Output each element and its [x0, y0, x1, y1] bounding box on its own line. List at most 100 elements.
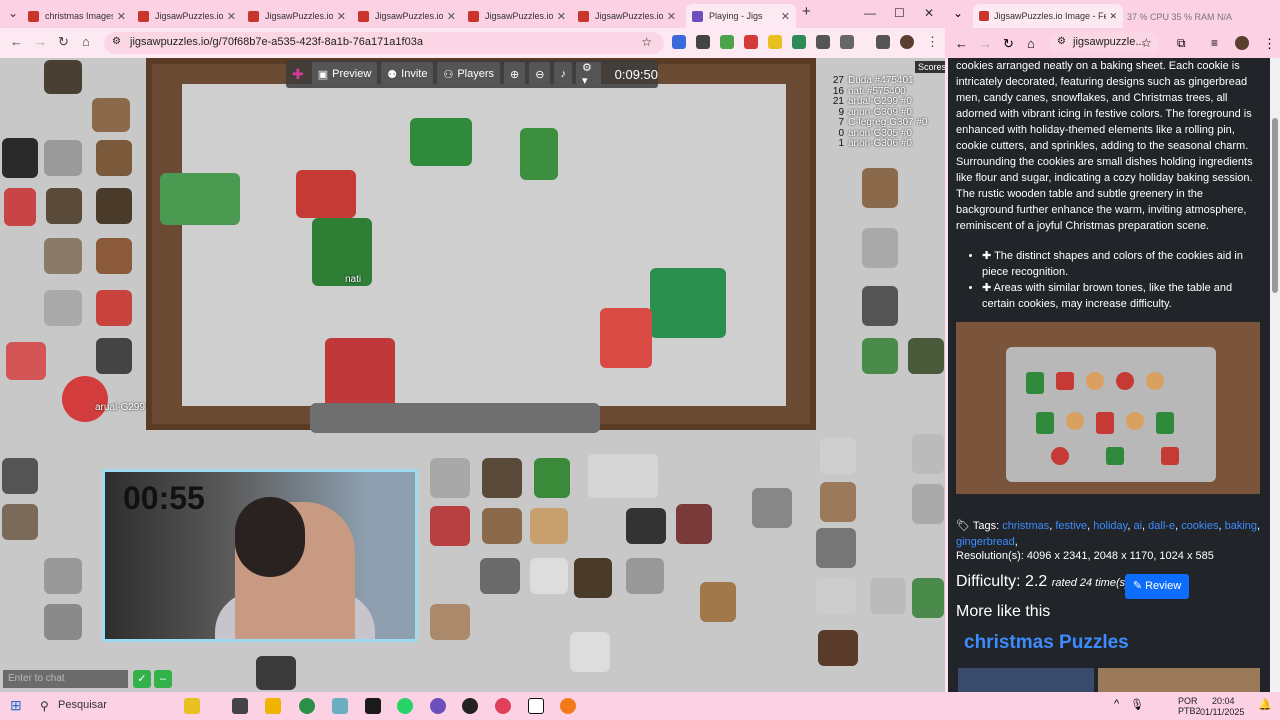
tag-link[interactable]: christmas — [1002, 520, 1049, 532]
puzzle-piece[interactable] — [325, 338, 395, 410]
close-tab-icon[interactable]: ✕ — [337, 10, 346, 23]
scores-tab[interactable]: Scores — [915, 61, 945, 73]
puzzle-piece[interactable] — [912, 578, 944, 618]
browser-tab[interactable]: christmas Images ✕ — [22, 4, 132, 28]
windows-start-icon[interactable]: ⊞ — [10, 697, 22, 714]
browser-tab[interactable]: JigsawPuzzles.io ✕ — [132, 4, 242, 28]
sound-button[interactable]: ♪ — [554, 62, 572, 86]
puzzle-piece[interactable] — [2, 458, 38, 494]
puzzle-piece[interactable] — [534, 458, 570, 498]
tag-link[interactable]: cookies — [1181, 520, 1218, 532]
puzzle-piece[interactable] — [96, 140, 132, 176]
browser-tab[interactable]: JigsawPuzzles.io ✕ — [242, 4, 352, 28]
puzzle-piece[interactable] — [44, 140, 82, 176]
puzzle-piece[interactable] — [820, 482, 856, 522]
puzzle-piece[interactable] — [96, 188, 132, 224]
tag-link[interactable]: baking — [1225, 520, 1257, 532]
close-tab-icon[interactable]: ✕ — [667, 10, 676, 23]
browser-tab[interactable]: JigsawPuzzles.io ✕ — [572, 4, 682, 28]
language-indicator[interactable]: POR PTB2 — [1178, 696, 1201, 716]
widgets-icon[interactable] — [184, 698, 200, 714]
scrollbar-thumb[interactable] — [1272, 118, 1278, 293]
browser-tab[interactable]: JigsawPuzzles.io ✕ — [352, 4, 462, 28]
puzzle-piece[interactable] — [480, 558, 520, 594]
menu-kebab-icon[interactable]: ⋮ — [926, 34, 939, 50]
puzzle-piece[interactable] — [530, 508, 568, 544]
christmas-puzzles-link[interactable]: christmas Puzzles — [964, 632, 1129, 654]
invite-button[interactable]: ⚉ Invite — [381, 62, 434, 86]
forward-icon[interactable]: → — [34, 34, 47, 49]
obs-icon[interactable] — [462, 698, 478, 714]
extensions-puzzle-icon[interactable]: ⧉ — [1177, 36, 1186, 51]
extensions-puzzle-icon[interactable] — [840, 35, 854, 49]
tab-search-icon[interactable]: ⌄ — [8, 6, 18, 20]
puzzle-piece[interactable] — [2, 138, 38, 178]
puzzle-board[interactable] — [146, 58, 816, 430]
puzzle-piece[interactable] — [310, 403, 600, 433]
forward-icon[interactable]: → — [979, 36, 992, 51]
puzzle-piece[interactable] — [6, 342, 46, 380]
puzzle-piece[interactable] — [96, 338, 132, 374]
close-tab-icon[interactable]: ✕ — [117, 10, 126, 23]
related-puzzle-thumbnail[interactable] — [1098, 668, 1260, 692]
puzzle-piece[interactable] — [820, 438, 856, 474]
puzzle-piece[interactable] — [570, 632, 610, 672]
puzzle-piece[interactable] — [862, 286, 898, 326]
tag-link[interactable]: holiday — [1093, 520, 1127, 532]
bookmark-star-icon[interactable]: ☆ — [1141, 36, 1152, 50]
bookmark-star-icon[interactable]: ☆ — [641, 35, 652, 49]
puzzle-piece[interactable] — [574, 558, 612, 598]
puzzle-piece[interactable] — [530, 558, 568, 594]
close-tab-icon[interactable]: ✕ — [557, 10, 566, 23]
puzzle-piece[interactable] — [430, 604, 470, 640]
puzzle-piece[interactable] — [650, 268, 726, 338]
minimize-icon[interactable]: — — [864, 6, 876, 20]
clock-time[interactable]: 20:04 — [1212, 696, 1235, 706]
puzzle-piece[interactable] — [482, 508, 522, 544]
close-window-icon[interactable]: ✕ — [924, 6, 934, 20]
puzzle-piece[interactable] — [862, 168, 898, 208]
back-icon[interactable]: ← — [955, 36, 968, 51]
puzzle-piece[interactable] — [588, 454, 658, 498]
chat-send-button[interactable]: ✓ — [133, 670, 151, 688]
whatsapp-icon[interactable] — [397, 698, 413, 714]
players-button[interactable]: ⚇ Players — [437, 62, 500, 86]
new-tab-icon[interactable]: + — [802, 3, 811, 20]
puzzle-piece[interactable] — [908, 338, 944, 374]
home-icon[interactable]: ⌂ — [82, 34, 90, 49]
extension-icon[interactable] — [720, 35, 734, 49]
puzzle-piece[interactable] — [626, 508, 666, 544]
tag-link[interactable]: ai — [1133, 520, 1142, 532]
zoom-out-button[interactable]: ⊖ — [529, 62, 551, 86]
extension-icon[interactable] — [768, 35, 782, 49]
extension-icon[interactable] — [672, 35, 686, 49]
puzzle-piece[interactable] — [862, 228, 898, 268]
puzzle-piece[interactable] — [312, 218, 372, 286]
notification-icon[interactable]: 🔔 — [1258, 698, 1272, 711]
puzzle-piece[interactable] — [2, 504, 38, 540]
url-field[interactable]: ⚙ jigsawpuzzles.io/g/70f68b7e-a535-423f-… — [104, 32, 664, 54]
puzzle-piece[interactable] — [676, 504, 712, 544]
puzzle-piece[interactable] — [44, 558, 82, 594]
right-active-tab[interactable]: JigsawPuzzles.io Image - Festiv ✕ — [973, 4, 1123, 28]
puzzle-piece[interactable] — [430, 458, 470, 498]
puzzle-piece[interactable] — [912, 484, 944, 524]
close-tab-icon[interactable]: ✕ — [1109, 11, 1117, 22]
tag-link[interactable]: festive — [1055, 520, 1087, 532]
puzzle-piece[interactable] — [430, 506, 470, 546]
puzzle-piece[interactable] — [818, 630, 858, 666]
clock-date[interactable]: 01/11/2025 — [1200, 707, 1244, 717]
media-control-icon[interactable] — [876, 35, 890, 49]
puzzle-piece[interactable] — [96, 290, 132, 326]
puzzle-preview-image[interactable] — [956, 322, 1260, 494]
puzzle-piece[interactable] — [862, 338, 898, 374]
settings-button[interactable]: ⚙ ▾ — [575, 62, 601, 87]
chat-input[interactable]: Enter to chat — [3, 670, 128, 688]
app-icon[interactable] — [430, 698, 446, 714]
site-info-icon[interactable]: ⚙ — [112, 36, 121, 47]
puzzle-piece[interactable] — [46, 188, 82, 224]
reload-icon[interactable]: ↻ — [1003, 36, 1014, 52]
close-tab-icon[interactable]: ✕ — [447, 10, 456, 23]
microphone-icon[interactable]: 🎙 — [1130, 698, 1144, 711]
puzzle-piece[interactable] — [160, 173, 240, 225]
